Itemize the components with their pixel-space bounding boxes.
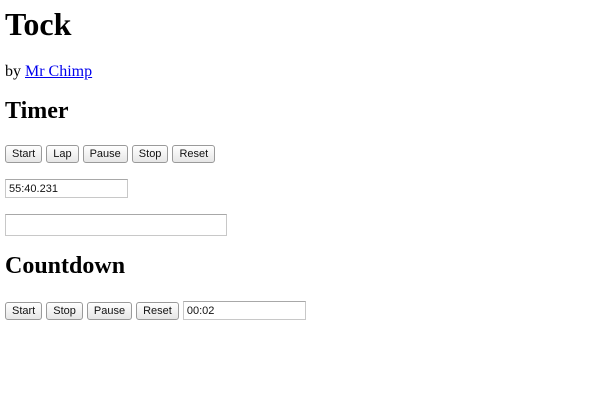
byline: by Mr Chimp — [5, 63, 92, 81]
timer-button-row: Start Lap Pause Stop Reset — [5, 145, 216, 163]
byline-prefix: by — [5, 63, 25, 80]
countdown-button-row: Start Stop Pause Reset — [5, 301, 306, 320]
lap-times-field[interactable] — [5, 214, 227, 236]
countdown-start-button[interactable]: Start — [5, 301, 43, 320]
countdown-heading: Countdown — [5, 253, 126, 279]
countdown-time-input[interactable] — [182, 301, 306, 320]
page-title: Tock — [5, 6, 72, 42]
timer-display-field[interactable] — [5, 179, 128, 198]
timer-reset-button[interactable]: Reset — [172, 145, 216, 163]
timer-stop-button[interactable]: Stop — [131, 145, 169, 163]
timer-start-button[interactable]: Start — [5, 145, 43, 163]
author-link[interactable]: Mr Chimp — [25, 63, 92, 80]
countdown-pause-button[interactable]: Pause — [86, 301, 133, 320]
countdown-reset-button[interactable]: Reset — [136, 301, 179, 320]
timer-lap-button[interactable]: Lap — [46, 145, 79, 163]
timer-pause-button[interactable]: Pause — [82, 145, 128, 163]
timer-heading: Timer — [5, 98, 69, 124]
countdown-stop-button[interactable]: Stop — [46, 301, 83, 320]
